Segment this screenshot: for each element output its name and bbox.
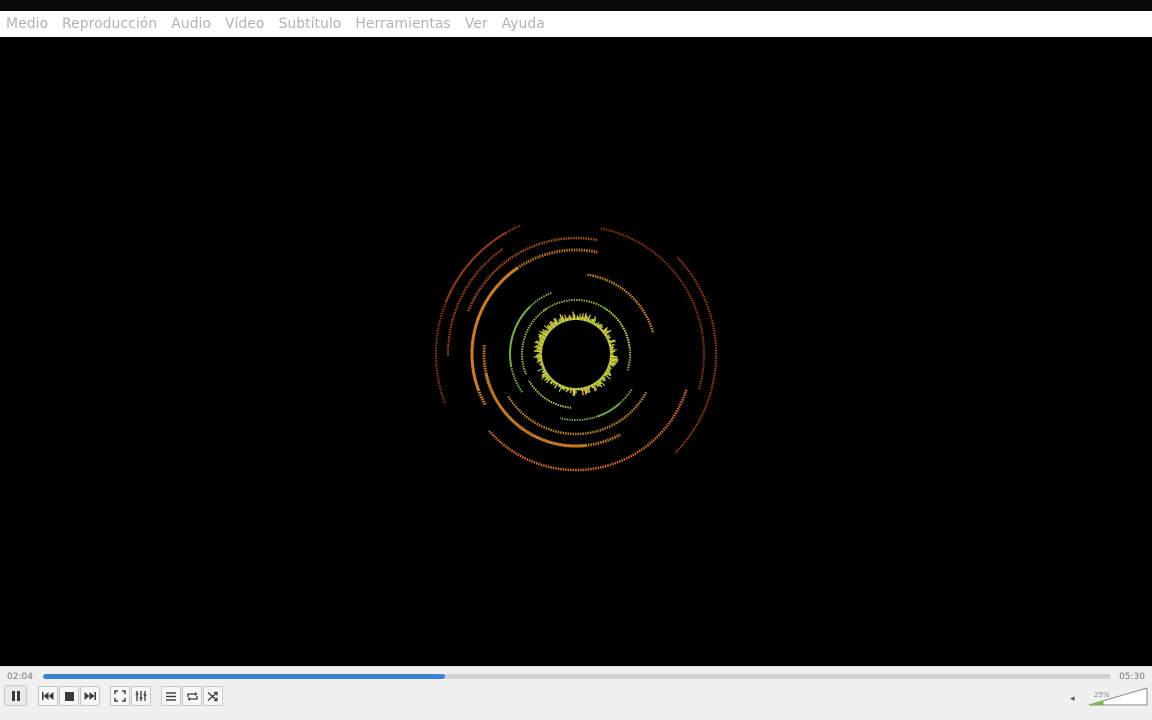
- fullscreen-button[interactable]: [110, 686, 130, 706]
- menu-video[interactable]: Vídeo: [225, 16, 265, 32]
- video-area[interactable]: [0, 37, 1152, 666]
- stop-button[interactable]: [59, 686, 79, 706]
- previous-button[interactable]: [38, 686, 58, 706]
- visualizer-arc: [559, 403, 620, 421]
- visualizer-arc: [600, 227, 705, 390]
- menu-ver[interactable]: Ver: [465, 16, 488, 32]
- shuffle-button[interactable]: [203, 686, 223, 706]
- visualizer-arc: [488, 389, 688, 472]
- visualizer-inner-ring: [533, 311, 619, 396]
- window-top-strip: [0, 0, 1152, 11]
- pause-icon: [11, 690, 20, 701]
- fullscreen-icon: [114, 690, 126, 702]
- audio-visualization: [435, 224, 718, 472]
- loop-icon: [186, 691, 198, 701]
- seek-bar[interactable]: [43, 674, 1111, 679]
- stop-icon: [64, 691, 74, 701]
- speaker-icon[interactable]: ◂: [1070, 694, 1075, 704]
- previous-icon: [42, 692, 54, 700]
- extended-settings-button[interactable]: [131, 686, 151, 706]
- menu-medio[interactable]: Medio: [6, 16, 48, 32]
- visualizer-arc: [446, 247, 504, 356]
- seek-progress: [43, 674, 445, 679]
- next-button[interactable]: [80, 686, 100, 706]
- next-icon: [84, 692, 96, 700]
- playlist-button[interactable]: [161, 686, 181, 706]
- visualizer-arc: [435, 231, 508, 404]
- loop-button[interactable]: [182, 686, 202, 706]
- controls-panel: 02:04 05:30 ◂ 25%: [0, 666, 1152, 720]
- visualizer-arc: [596, 388, 633, 418]
- extended-settings-icon: [135, 691, 147, 701]
- menu-reproduccion[interactable]: Reproducción: [62, 16, 157, 32]
- menu-ayuda[interactable]: Ayuda: [502, 16, 545, 32]
- visualizer-arc: [470, 266, 519, 406]
- playlist-icon: [166, 691, 176, 701]
- menu-audio[interactable]: Audio: [171, 16, 211, 32]
- volume-slider[interactable]: [1088, 686, 1148, 706]
- menu-herramientas[interactable]: Herramientas: [355, 16, 450, 32]
- play-pause-button[interactable]: [4, 685, 27, 706]
- shuffle-icon: [207, 691, 218, 701]
- elapsed-time: 02:04: [7, 672, 33, 682]
- visualizer-arc: [445, 224, 522, 303]
- menu-bar: Medio Reproducción Audio Vídeo Subtítulo…: [0, 11, 1152, 37]
- visualizer-arc: [674, 256, 718, 454]
- total-time: 05:30: [1119, 672, 1145, 682]
- menu-subtitulo[interactable]: Subtítulo: [279, 16, 342, 32]
- visualizer-arc: [527, 379, 572, 409]
- visualizer-arc: [482, 344, 621, 448]
